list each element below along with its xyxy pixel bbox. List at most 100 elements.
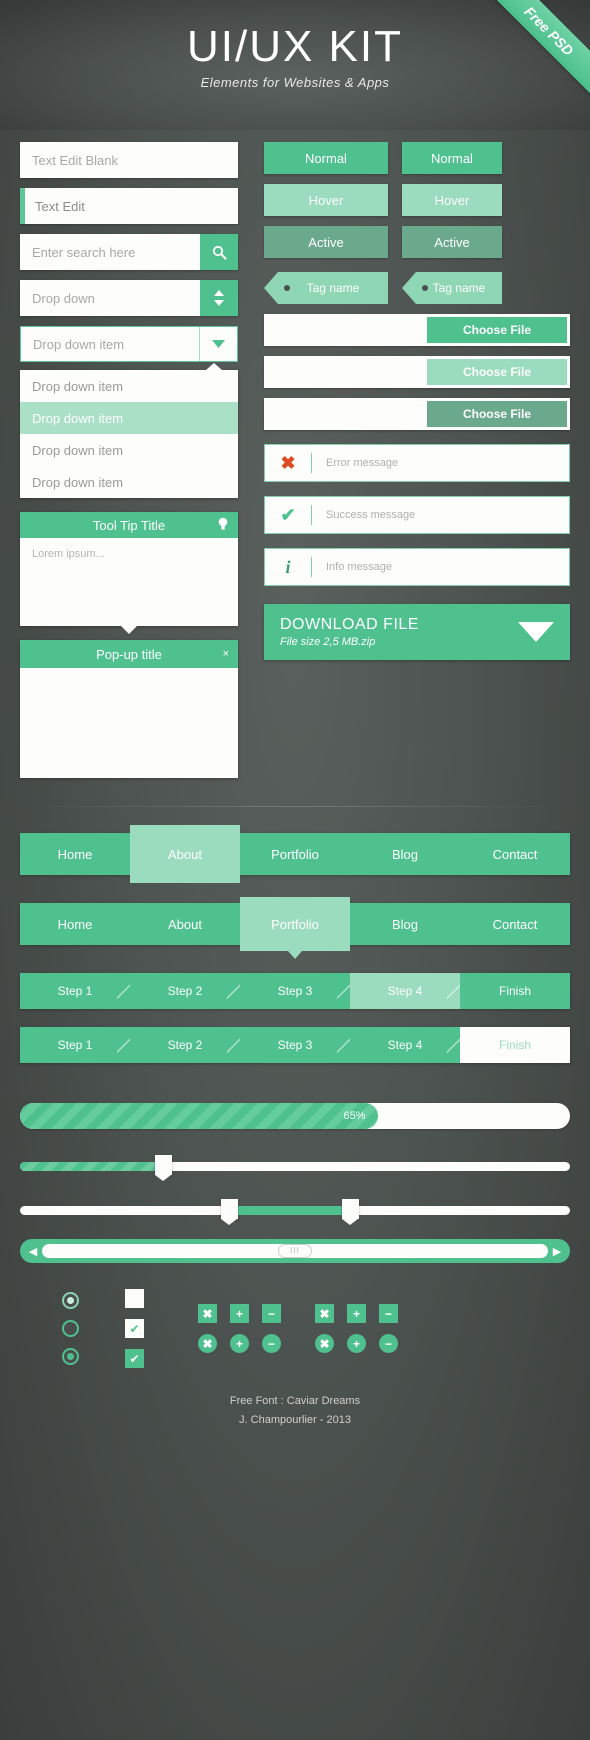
step-item[interactable]: Step 1 — [20, 973, 131, 1009]
dropdown-spinner[interactable]: Drop down — [20, 280, 238, 316]
plus-circle-icon[interactable]: + — [230, 1334, 249, 1353]
nav-item-portfolio[interactable]: Portfolio — [240, 897, 350, 959]
close-square-icon[interactable]: ✖ — [315, 1304, 334, 1323]
step-item[interactable]: Step 3 — [240, 1027, 351, 1063]
choose-file-button[interactable]: Choose File — [427, 401, 567, 427]
close-icon[interactable]: × — [223, 648, 229, 660]
slider-handle-start[interactable] — [221, 1199, 238, 1225]
search-input[interactable]: Enter search here — [20, 234, 200, 270]
text-edit-input[interactable]: Text Edit — [20, 188, 238, 224]
step-item[interactable]: Step 3 — [240, 973, 351, 1009]
error-message-text: Error message — [326, 457, 399, 469]
slider-handle[interactable] — [155, 1155, 172, 1181]
step-item-finish-active[interactable]: Finish — [460, 1027, 570, 1063]
radio-button-selected[interactable] — [62, 1348, 79, 1365]
popup-dialog: Pop-up title × — [20, 640, 238, 778]
step-item-finish[interactable]: Finish — [460, 973, 570, 1009]
file-path-field[interactable] — [267, 401, 427, 427]
dropdown-open-control[interactable]: Drop down item — [20, 326, 238, 362]
step-item-active[interactable]: Step 4 — [350, 973, 461, 1009]
step-breadcrumb-1: Step 1 Step 2 Step 3 Step 4 Finish — [20, 973, 570, 1009]
download-banner[interactable]: DOWNLOAD FILE File size 2,5 MB.zip — [264, 604, 570, 660]
step-item[interactable]: Step 1 — [20, 1027, 131, 1063]
minus-square-icon[interactable]: − — [379, 1304, 398, 1323]
tag-narrow[interactable]: Tag name — [402, 272, 502, 304]
scroll-right-icon[interactable]: ▶ — [548, 1245, 566, 1258]
button-normal[interactable]: Normal — [264, 142, 388, 174]
list-item[interactable]: Drop down item — [20, 434, 238, 466]
nav-item-contact[interactable]: Contact — [460, 903, 570, 945]
file-path-field[interactable] — [267, 359, 427, 385]
info-icon: i — [285, 556, 291, 577]
file-path-field[interactable] — [267, 317, 427, 343]
nav-item-about[interactable]: About — [130, 825, 240, 883]
plus-square-icon[interactable]: + — [230, 1304, 249, 1323]
nav-item-home[interactable]: Home — [20, 903, 130, 945]
scrollbar-thumb[interactable]: III — [278, 1244, 312, 1258]
radio-button-empty[interactable] — [62, 1320, 79, 1337]
spinner-arrows-icon[interactable] — [200, 280, 238, 316]
button-active[interactable]: Active — [264, 226, 388, 258]
square-op-row: ✖ + − — [198, 1304, 281, 1323]
tag-wide[interactable]: Tag name — [264, 272, 388, 304]
search-field[interactable]: Enter search here — [20, 234, 238, 270]
nav-item-blog[interactable]: Blog — [350, 903, 460, 945]
tag-hole-icon — [284, 285, 290, 291]
checkbox-empty[interactable] — [125, 1289, 144, 1308]
button-hover-small[interactable]: Hover — [402, 184, 502, 216]
radio-button-light[interactable] — [62, 1292, 79, 1309]
round-op-row-filled: ✖ + − — [315, 1334, 398, 1353]
step-item[interactable]: Step 2 — [130, 973, 241, 1009]
list-item[interactable]: Drop down item — [20, 466, 238, 498]
tooltip-body: Lorem ipsum... — [20, 538, 238, 626]
round-op-row: ✖ + − — [198, 1334, 281, 1353]
file-input-normal[interactable]: Choose File — [264, 314, 570, 346]
button-active-small[interactable]: Active — [402, 226, 502, 258]
close-circle-icon[interactable]: ✖ — [198, 1334, 217, 1353]
popup-header: Pop-up title × — [20, 640, 238, 668]
close-circle-icon[interactable]: ✖ — [315, 1334, 334, 1353]
minus-circle-icon[interactable]: − — [379, 1334, 398, 1353]
minus-square-icon[interactable]: − — [262, 1304, 281, 1323]
components-column: Normal Hover Active Normal Hover Active … — [264, 142, 570, 778]
nav-item-about[interactable]: About — [130, 903, 240, 945]
nav-item-home[interactable]: Home — [20, 833, 130, 875]
button-hover[interactable]: Hover — [264, 184, 388, 216]
radio-group — [62, 1292, 79, 1365]
nav-item-portfolio[interactable]: Portfolio — [240, 833, 350, 875]
list-item[interactable]: Drop down item — [20, 370, 238, 402]
slider-handle-end[interactable] — [342, 1199, 359, 1225]
lightbulb-icon — [218, 517, 228, 534]
plus-circle-icon[interactable]: + — [347, 1334, 366, 1353]
scroll-left-icon[interactable]: ◀ — [24, 1245, 42, 1258]
checkbox-checked-filled[interactable]: ✔ — [125, 1349, 144, 1368]
download-arrow-icon[interactable] — [518, 622, 554, 642]
close-square-icon[interactable]: ✖ — [198, 1304, 217, 1323]
plus-square-icon[interactable]: + — [347, 1304, 366, 1323]
scrollbar[interactable]: ◀ III ▶ — [20, 1239, 570, 1263]
file-input-hover[interactable]: Choose File — [264, 356, 570, 388]
slider-single[interactable] — [20, 1151, 570, 1181]
minus-circle-icon[interactable]: − — [262, 1334, 281, 1353]
scrollbar-track[interactable]: III — [42, 1244, 548, 1258]
list-item[interactable]: Drop down item — [20, 402, 238, 434]
dropdown-list[interactable]: Drop down item Drop down item Drop down … — [20, 363, 238, 498]
step-item[interactable]: Step 2 — [130, 1027, 241, 1063]
search-icon[interactable] — [200, 234, 238, 270]
step-item[interactable]: Step 4 — [350, 1027, 461, 1063]
file-input-active[interactable]: Choose File — [264, 398, 570, 430]
slider-range[interactable] — [20, 1195, 570, 1225]
info-message: i Info message — [264, 548, 570, 586]
chevron-down-icon[interactable] — [199, 327, 237, 361]
text-edit-blank-input[interactable]: Text Edit Blank — [20, 142, 238, 178]
nav-item-contact[interactable]: Contact — [460, 833, 570, 875]
success-icon: ✔ — [280, 504, 296, 525]
tooltip-title: Tool Tip Title — [92, 517, 166, 533]
checkbox-checked-outline[interactable]: ✔ — [125, 1319, 144, 1338]
choose-file-button[interactable]: Choose File — [427, 317, 567, 343]
checkbox-group: ✔ ✔ — [125, 1289, 144, 1368]
button-normal-small[interactable]: Normal — [402, 142, 502, 174]
choose-file-button[interactable]: Choose File — [427, 359, 567, 385]
nav-item-blog[interactable]: Blog — [350, 833, 460, 875]
page-header: UI/UX KIT Elements for Websites & Apps F… — [0, 0, 590, 130]
